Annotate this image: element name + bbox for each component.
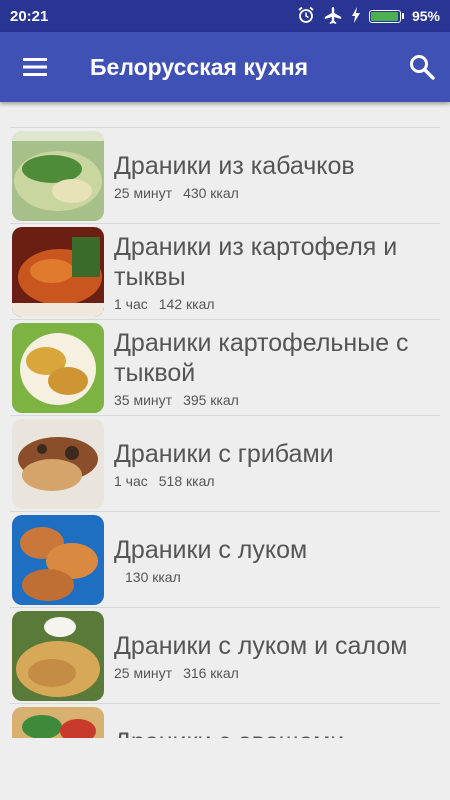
status-time: 20:21	[10, 7, 49, 25]
battery-percent: 95%	[411, 8, 440, 24]
recipe-name: Драники из картофеля и тыквы	[114, 232, 398, 291]
app-bar: Белорусская кухня	[0, 32, 450, 102]
recipe-photo	[12, 322, 104, 413]
alarm-icon	[297, 6, 315, 27]
recipe-calories: 142 ккал	[158, 295, 215, 312]
recipe-item[interactable]: Драники картофельные с тыквой 35 минут 39…	[10, 320, 440, 416]
battery-icon	[368, 9, 404, 23]
recipe-photo	[12, 418, 104, 509]
recipe-time: 35 минут	[114, 391, 173, 408]
recipe-name: Драники картофельные с тыквой	[114, 328, 409, 387]
charging-icon	[351, 6, 361, 26]
recipe-photo	[12, 706, 104, 738]
recipe-calories: 518 ккал	[158, 472, 215, 489]
recipe-name: Драники с луком	[114, 535, 308, 564]
recipe-name: Драники с грибами	[114, 439, 334, 468]
recipe-time: 1 час	[114, 472, 148, 489]
search-button[interactable]	[394, 32, 450, 102]
airplane-mode-icon	[323, 6, 343, 27]
recipe-photo	[12, 226, 104, 317]
recipe-time: 25 минут	[114, 184, 173, 201]
recipe-item[interactable]: Драники с грибами 1 час 518 ккал	[10, 416, 440, 512]
search-icon	[410, 55, 435, 80]
recipe-photo	[12, 514, 104, 605]
recipe-name: Драники с луком и салом	[114, 631, 408, 660]
recipe-time: 25 минут	[114, 664, 173, 681]
menu-button[interactable]	[0, 32, 70, 102]
recipe-calories: 130 ккал	[125, 568, 181, 585]
recipe-calories: 430 ккал	[183, 184, 239, 201]
hamburger-menu-icon	[23, 58, 47, 76]
recipe-calories: 316 ккал	[183, 664, 239, 681]
recipe-calories: 395 ккал	[183, 391, 239, 408]
recipe-name: Драники с овощами	[114, 727, 440, 739]
status-bar: 20:21 95%	[0, 0, 450, 32]
recipe-time: 1 час	[114, 295, 148, 312]
recipe-item[interactable]: Драники из картофеля и тыквы 1 час 142 кк…	[10, 224, 440, 320]
recipe-item[interactable]: Драники с луком 130 ккал	[10, 512, 440, 608]
recipe-photo	[12, 610, 104, 701]
recipe-photo	[12, 130, 104, 221]
recipe-item[interactable]: Драники с луком и салом 25 минут 316 ккал	[10, 608, 440, 704]
recipe-name: Драники из кабачков	[114, 151, 355, 180]
recipe-list[interactable]: Драники из кабачков 25 минут 430 ккал Дра…	[0, 102, 450, 738]
page-title: Белорусская кухня	[90, 53, 309, 80]
recipe-item[interactable]: Драники с овощами	[10, 704, 440, 738]
recipe-item[interactable]: Драники из кабачков 25 минут 430 ккал	[10, 128, 440, 224]
